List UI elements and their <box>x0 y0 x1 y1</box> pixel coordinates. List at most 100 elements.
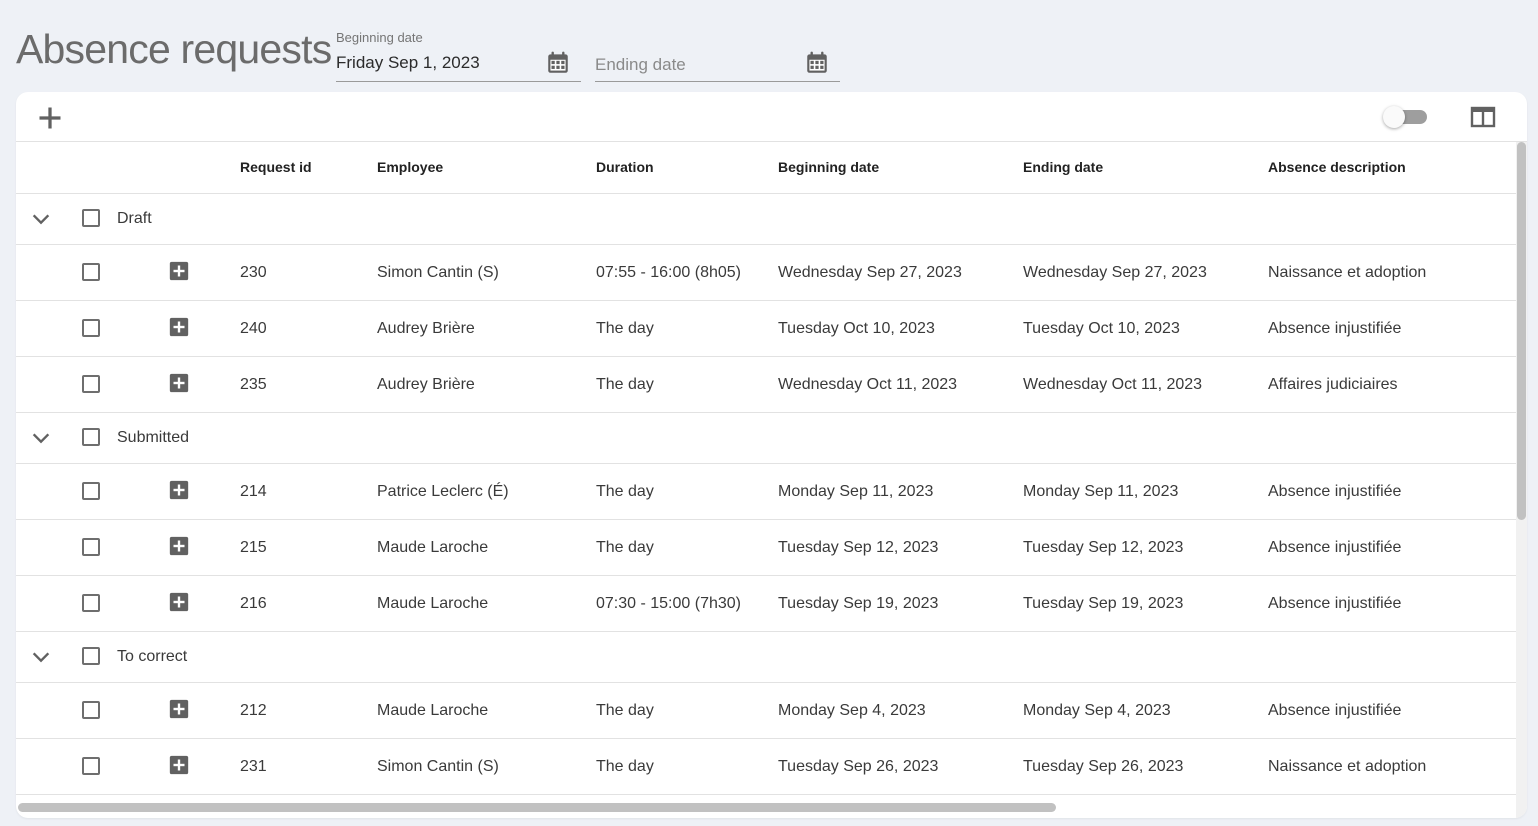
row-checkbox[interactable] <box>82 538 100 556</box>
cell-absence-description: Affaires judiciaires <box>1268 376 1398 393</box>
page-title: Absence requests <box>16 26 332 72</box>
cell-ending-date: Tuesday Sep 19, 2023 <box>1023 595 1184 612</box>
calendar-icon[interactable] <box>804 50 830 76</box>
table-row[interactable]: 214 Patrice Leclerc (É) The day Monday Sep … <box>16 464 1516 520</box>
cell-duration: The day <box>596 539 654 556</box>
table-row[interactable]: 240 Audrey Brière The day Tuesday Oct 10, 2… <box>16 301 1516 357</box>
requests-card: Request id Employee Duration Beginning d… <box>16 92 1527 818</box>
cell-beginning-date: Tuesday Sep 26, 2023 <box>778 758 939 775</box>
cell-absence-description: Naissance et adoption <box>1268 264 1427 281</box>
cell-ending-date: Tuesday Sep 12, 2023 <box>1023 539 1184 556</box>
col-header-request-id[interactable]: Request id <box>240 159 312 175</box>
plus-box-icon[interactable] <box>168 535 190 557</box>
group-label: Submitted <box>117 429 190 446</box>
table-row[interactable]: 231 Simon Cantin (S) The day Tuesday Sep 26… <box>16 739 1516 795</box>
cell-employee: Audrey Brière <box>377 320 475 337</box>
vertical-scrollbar[interactable] <box>1516 142 1527 818</box>
table-toolbar <box>16 92 1527 142</box>
plus-box-icon[interactable] <box>168 479 190 501</box>
group-row[interactable]: Submitted <box>16 413 1516 464</box>
plus-box-icon[interactable] <box>168 260 190 282</box>
cell-employee: Maude Laroche <box>377 595 489 612</box>
plus-box-icon[interactable] <box>168 591 190 613</box>
horizontal-scrollbar[interactable] <box>16 801 1516 813</box>
beginning-date-label: Beginning date <box>336 30 423 45</box>
beginning-date-value[interactable]: Friday Sep 1, 2023 <box>336 53 536 73</box>
cell-ending-date: Tuesday Sep 26, 2023 <box>1023 758 1184 775</box>
cell-absence-description: Absence injustifiée <box>1268 702 1402 719</box>
beginning-date-field[interactable]: Beginning date Friday Sep 1, 2023 <box>336 30 581 82</box>
cell-beginning-date: Monday Sep 4, 2023 <box>778 702 926 719</box>
row-checkbox[interactable] <box>82 757 100 775</box>
cell-request-id: 231 <box>240 758 267 775</box>
col-header-duration[interactable]: Duration <box>596 159 654 175</box>
row-checkbox[interactable] <box>82 375 100 393</box>
row-checkbox[interactable] <box>82 319 100 337</box>
cell-absence-description: Absence injustifiée <box>1268 539 1402 556</box>
cell-request-id: 240 <box>240 320 267 337</box>
cell-ending-date: Monday Sep 4, 2023 <box>1023 702 1171 719</box>
group-checkbox[interactable] <box>82 428 100 446</box>
row-checkbox[interactable] <box>82 263 100 281</box>
col-header-ending-date[interactable]: Ending date <box>1023 159 1103 175</box>
group-checkbox[interactable] <box>82 209 100 227</box>
cell-employee: Simon Cantin (S) <box>377 758 499 775</box>
plus-box-icon[interactable] <box>168 316 190 338</box>
cell-request-id: 235 <box>240 376 267 393</box>
group-checkbox[interactable] <box>82 647 100 665</box>
cell-request-id: 230 <box>240 264 267 281</box>
cell-request-id: 214 <box>240 483 267 500</box>
cell-beginning-date: Monday Sep 11, 2023 <box>778 483 934 500</box>
row-checkbox[interactable] <box>82 701 100 719</box>
table-row[interactable]: 212 Maude Laroche The day Monday Sep 4, 202… <box>16 683 1516 739</box>
cell-employee: Patrice Leclerc (É) <box>377 483 509 500</box>
cell-absence-description: Absence injustifiée <box>1268 595 1402 612</box>
cell-beginning-date: Wednesday Oct 11, 2023 <box>778 376 958 393</box>
plus-box-icon[interactable] <box>168 372 190 394</box>
cell-request-id: 216 <box>240 595 267 612</box>
calendar-icon[interactable] <box>545 50 571 76</box>
cell-duration: The day <box>596 758 654 775</box>
table-row[interactable]: 235 Audrey Brière The day Wednesday Oct 11,… <box>16 357 1516 413</box>
table-row[interactable]: 230 Simon Cantin (S) 07:55 - 16:00 (8h05) W… <box>16 245 1516 301</box>
cell-employee: Maude Laroche <box>377 702 489 719</box>
cell-beginning-date: Tuesday Sep 12, 2023 <box>778 539 939 556</box>
beginning-date-underline <box>336 81 581 82</box>
horizontal-scrollbar-thumb[interactable] <box>18 803 1056 812</box>
cell-beginning-date: Wednesday Sep 27, 2023 <box>778 264 962 281</box>
cell-request-id: 212 <box>240 702 267 719</box>
plus-box-icon[interactable] <box>168 754 190 776</box>
ending-date-underline <box>595 81 840 82</box>
view-column-icon[interactable] <box>1470 105 1496 129</box>
cell-duration: The day <box>596 320 654 337</box>
chevron-down-icon[interactable] <box>30 646 52 668</box>
vertical-scrollbar-thumb[interactable] <box>1517 142 1526 520</box>
group-label: Draft <box>117 210 152 227</box>
table-header: Request id Employee Duration Beginning d… <box>16 142 1516 194</box>
cell-employee: Maude Laroche <box>377 539 489 556</box>
plus-box-icon[interactable] <box>168 698 190 720</box>
group-row[interactable]: To correct <box>16 632 1516 683</box>
cell-duration: The day <box>596 376 654 393</box>
ending-date-field[interactable]: Ending date <box>595 30 840 82</box>
col-header-beginning-date[interactable]: Beginning date <box>778 159 879 175</box>
col-header-absence-description[interactable]: Absence description <box>1268 159 1406 175</box>
cell-duration: 07:30 - 15:00 (7h30) <box>596 595 741 612</box>
table-row[interactable]: 216 Maude Laroche 07:30 - 15:00 (7h30) Tues… <box>16 576 1516 632</box>
chevron-down-icon[interactable] <box>30 208 52 230</box>
plus-icon[interactable] <box>36 104 64 132</box>
cell-absence-description: Absence injustifiée <box>1268 320 1402 337</box>
row-checkbox[interactable] <box>82 482 100 500</box>
cell-ending-date: Tuesday Oct 10, 2023 <box>1023 320 1180 337</box>
cell-beginning-date: Tuesday Oct 10, 2023 <box>778 320 935 337</box>
group-row[interactable]: Draft <box>16 194 1516 245</box>
row-checkbox[interactable] <box>82 594 100 612</box>
toggle-switch[interactable] <box>1383 105 1429 129</box>
col-header-employee[interactable]: Employee <box>377 159 443 175</box>
cell-absence-description: Absence injustifiée <box>1268 483 1402 500</box>
cell-ending-date: Wednesday Oct 11, 2023 <box>1023 376 1203 393</box>
cell-request-id: 215 <box>240 539 267 556</box>
chevron-down-icon[interactable] <box>30 427 52 449</box>
table-row[interactable]: 215 Maude Laroche The day Tuesday Sep 12, 2… <box>16 520 1516 576</box>
ending-date-placeholder[interactable]: Ending date <box>595 55 795 75</box>
